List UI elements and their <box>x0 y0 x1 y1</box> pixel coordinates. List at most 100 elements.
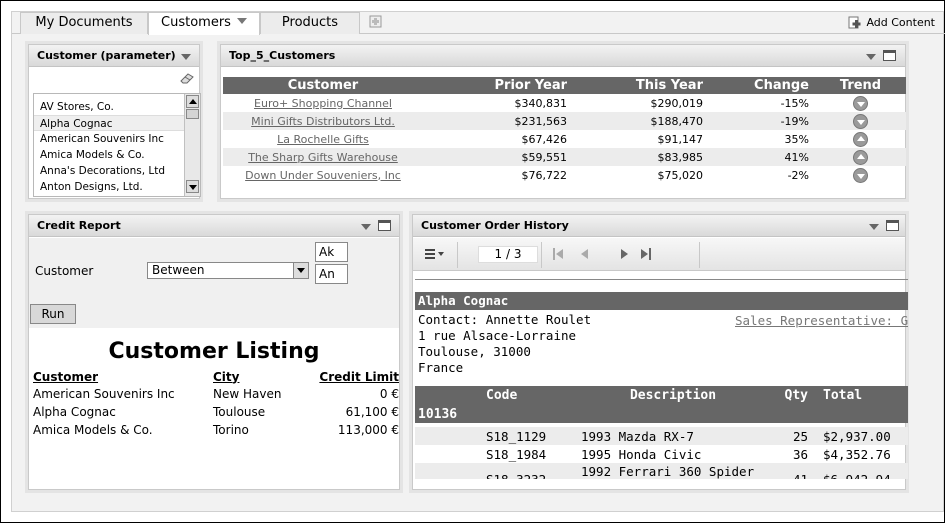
this-year-cell: $290,019 <box>650 96 704 110</box>
col-credit-limit: Credit Limit <box>319 369 399 384</box>
panel-menu-icon[interactable] <box>361 224 371 230</box>
col-trend: Trend <box>815 77 906 94</box>
tab-label: My Documents <box>35 15 133 30</box>
tab-label: Products <box>281 15 339 30</box>
tab-customers[interactable]: Customers <box>148 12 260 35</box>
customer-cell: American Souvenirs Inc <box>33 387 175 401</box>
list-item[interactable]: Anna's Decorations, Ltd <box>34 163 200 179</box>
maximize-icon[interactable] <box>378 220 391 231</box>
run-button[interactable]: Run <box>30 304 76 324</box>
list-item[interactable]: American Souvenirs Inc <box>34 131 200 147</box>
city-cell: Torino <box>213 423 249 437</box>
table-row: Amica Models & Co. Torino 113,000 € <box>33 421 399 439</box>
toolbar-separator <box>457 242 458 268</box>
prev-page-icon[interactable] <box>581 249 588 259</box>
order-history-panel: Customer Order History 1 / 3 Alpha Cogna… <box>412 214 908 490</box>
table-header: Customer Prior Year This Year Change Tre… <box>223 77 906 94</box>
top5-table: Customer Prior Year This Year Change Tre… <box>223 77 906 184</box>
change-cell: 35% <box>784 132 809 146</box>
next-page-icon[interactable] <box>621 249 628 259</box>
col-city: City <box>213 369 240 384</box>
table-row: S18_1984 1995 Honda Civic 36 $4,352.76 <box>415 445 908 463</box>
customer-label: Customer <box>35 264 94 278</box>
code-cell: S18_3232 <box>485 463 573 479</box>
customer-parameter-panel: Customer (parameter) AV Stores, Co. Alph… <box>28 44 201 199</box>
prior-year-cell: $67,426 <box>521 132 568 146</box>
city-cell: Toulouse <box>213 405 266 419</box>
customer-link[interactable]: La Rochelle Gifts <box>277 133 369 146</box>
col-total: Total <box>809 386 908 405</box>
change-cell: -19% <box>709 112 815 130</box>
list-item[interactable]: Anton Designs, Ltd. <box>34 179 200 195</box>
table-row: Mini Gifts Distributors Ltd. $231,563 $1… <box>223 112 906 130</box>
operator-value: Between <box>152 263 205 277</box>
maximize-icon[interactable] <box>886 220 899 231</box>
customer-cell: Amica Models & Co. <box>33 423 153 437</box>
panel-title: Credit Report <box>29 215 399 237</box>
trend-up-icon <box>853 149 868 165</box>
sales-rep-link[interactable]: Sales Representative: Gerard Hernandez <box>735 313 908 329</box>
table-row: S18_3232 1992 Ferrari 360 Spider red 41 … <box>415 463 908 479</box>
credit-report-panel: Credit Report Customer Between Ak An Run… <box>28 214 400 490</box>
table-header: Code Description Qty Total <box>415 386 908 405</box>
panel-menu-icon[interactable] <box>869 224 879 230</box>
customer-link[interactable]: Mini Gifts Distributors Ltd. <box>251 115 395 128</box>
table-row: Euro+ Shopping Channel $340,831 $290,019… <box>223 94 906 112</box>
toolbar-separator <box>699 242 700 268</box>
tab-menu-icon[interactable] <box>236 18 247 24</box>
scroll-up-icon[interactable] <box>186 95 199 108</box>
operator-select[interactable]: Between <box>147 262 309 279</box>
eraser-icon[interactable] <box>179 72 195 84</box>
tab-my-documents[interactable]: My Documents <box>20 12 148 34</box>
col-change: Change <box>709 77 815 94</box>
window-frame: My Documents Customers Products Add Cont… <box>0 0 945 523</box>
col-qty: Qty <box>773 386 809 405</box>
customer-listbox[interactable]: AV Stores, Co. Alpha Cognac American Sou… <box>33 93 201 197</box>
qty-cell: 41 <box>773 463 809 479</box>
toc-menu-icon[interactable] <box>425 248 445 260</box>
order-customer-header: Alpha Cognac <box>415 292 908 310</box>
col-customer: Customer <box>223 77 423 94</box>
col-prior-year: Prior Year <box>423 77 573 94</box>
change-cell: -15% <box>780 96 809 110</box>
list-item[interactable]: AV Stores, Co. <box>34 99 200 115</box>
tab-products[interactable]: Products <box>260 12 360 34</box>
range-from-input[interactable]: Ak <box>315 242 348 262</box>
qty-cell: 36 <box>792 446 808 462</box>
listbox-scrollbar[interactable] <box>184 94 200 196</box>
add-content-icon <box>848 16 861 29</box>
this-year-cell: $83,985 <box>573 148 709 166</box>
add-content-label: Add Content <box>866 16 935 29</box>
credit-limit-cell: 0 € <box>379 387 399 401</box>
scroll-down-icon[interactable] <box>186 180 199 193</box>
dashboard: My Documents Customers Products Add Cont… <box>11 11 945 512</box>
panel-menu-icon[interactable] <box>866 54 876 60</box>
customer-link[interactable]: Euro+ Shopping Channel <box>254 97 392 110</box>
scroll-thumb[interactable] <box>186 109 199 119</box>
customer-listing-title: Customer Listing <box>108 339 320 364</box>
this-year-cell: $91,147 <box>657 132 704 146</box>
total-cell: $2,937.00 <box>809 427 908 445</box>
customer-link[interactable]: The Sharp Gifts Warehouse <box>248 151 398 164</box>
customer-address-block: Contact: Annette Roulet Sales Representa… <box>415 310 908 376</box>
range-to-input[interactable]: An <box>315 264 348 284</box>
table-row: Down Under Souveniers, Inc $76,722 $75,0… <box>223 166 906 184</box>
col-code: Code <box>485 386 573 405</box>
order-lines-table: Code Description Qty Total 10136 S18_112… <box>415 386 908 479</box>
panel-menu-icon[interactable] <box>181 54 191 60</box>
list-item[interactable]: Amica Models & Co. <box>34 147 200 163</box>
list-item-selected[interactable]: Alpha Cognac <box>34 115 200 131</box>
panel-title-text: Top_5_Customers <box>229 49 336 62</box>
tab-bar: My Documents Customers Products Add Cont… <box>12 12 945 35</box>
description-cell: 1993 Mazda RX-7 <box>573 427 773 445</box>
table-row: The Sharp Gifts Warehouse $59,551 $83,98… <box>223 148 906 166</box>
report-toolbar: 1 / 3 <box>413 238 905 271</box>
prior-year-cell: $59,551 <box>423 148 573 166</box>
trend-down-icon <box>853 167 868 183</box>
select-arrow-icon[interactable] <box>293 263 308 278</box>
order-group-row: 10136 <box>415 405 908 423</box>
customer-link[interactable]: Down Under Souveniers, Inc <box>245 169 401 182</box>
add-tab-icon[interactable] <box>368 14 384 30</box>
maximize-icon[interactable] <box>883 50 896 61</box>
add-content-button[interactable]: Add Content <box>848 15 935 31</box>
